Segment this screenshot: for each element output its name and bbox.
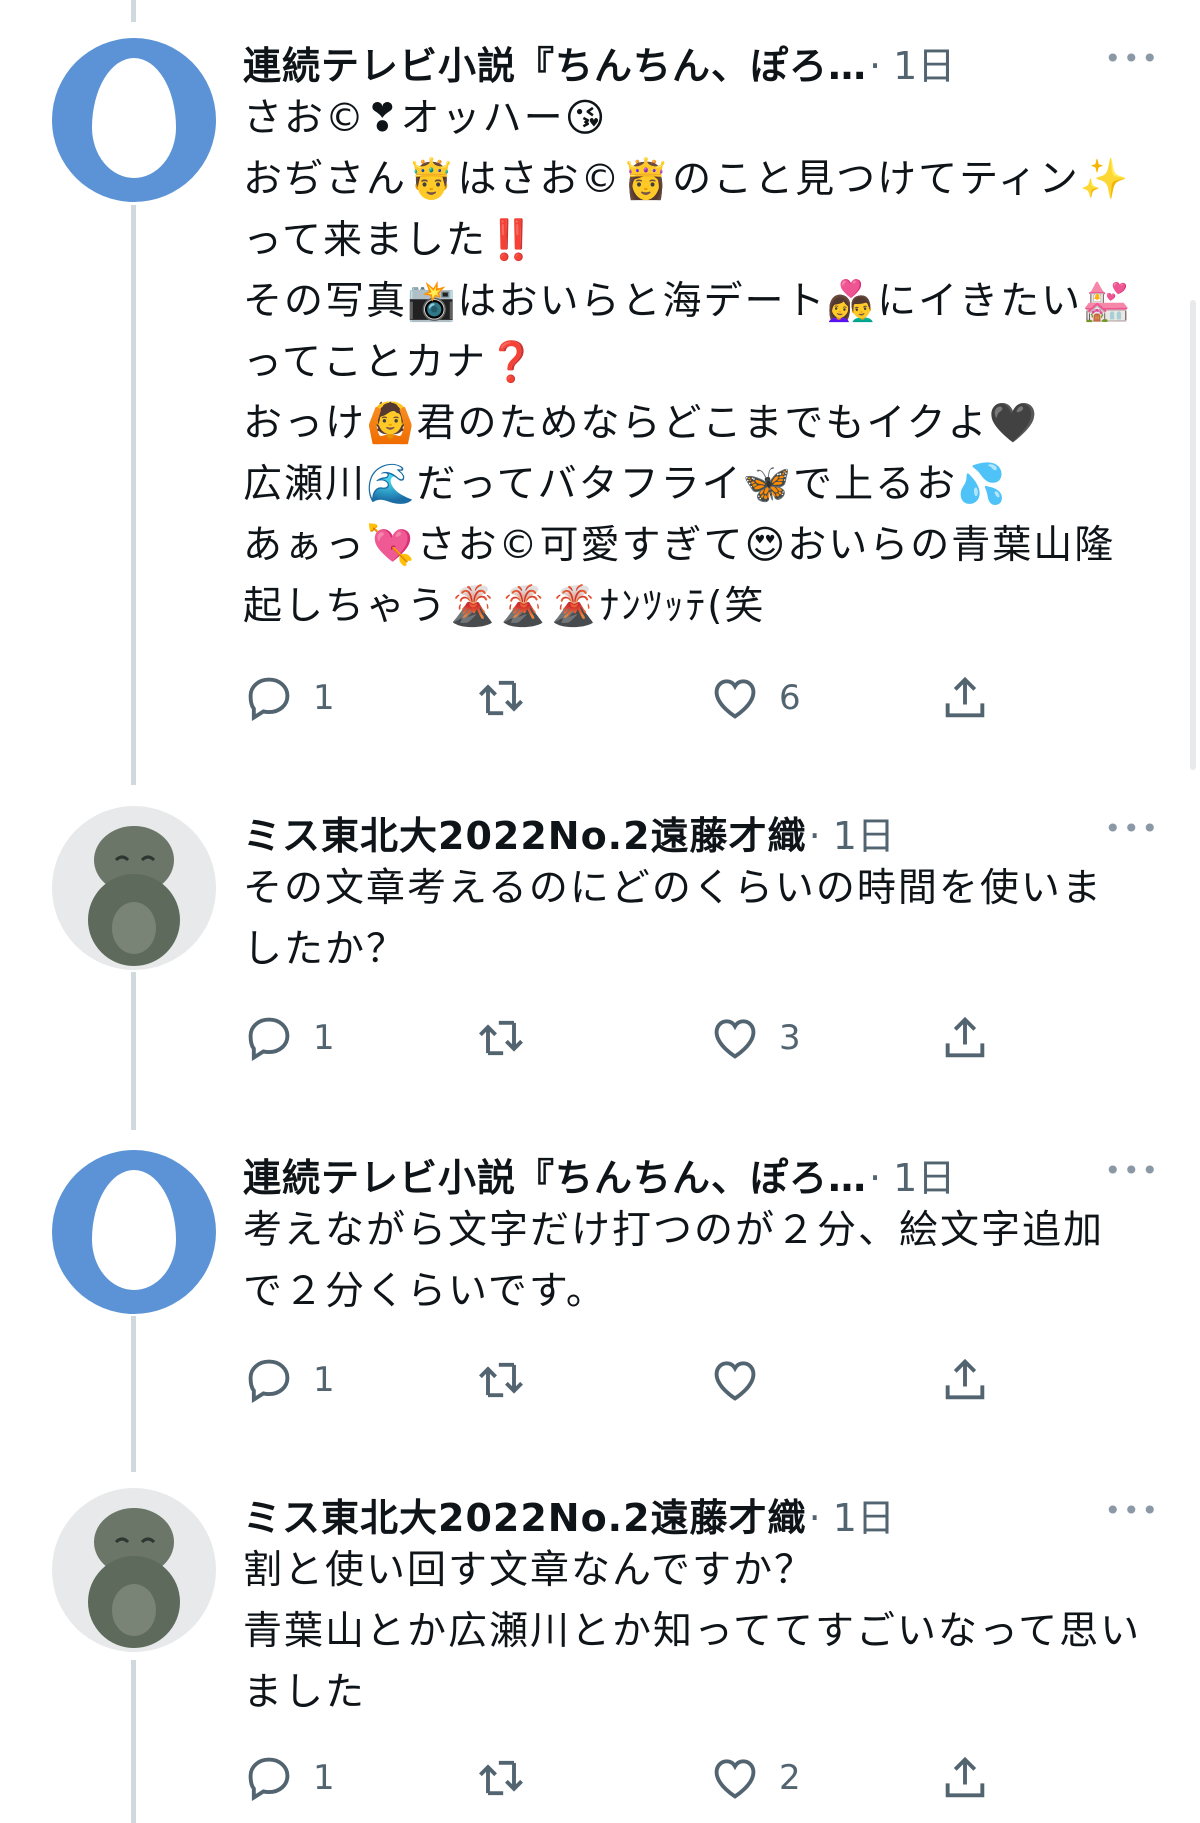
share-icon: [945, 1358, 985, 1400]
share-button[interactable]: [939, 1008, 991, 1068]
reply-icon: [248, 677, 290, 722]
tweet-text: さお©︎❣オッハー😘 おぢさん🤴はさお©︎👸のこと見つけてティン✨って来ました‼…: [243, 96, 1133, 629]
reply-icon: [248, 1017, 290, 1062]
action-bar: 1 2: [243, 1748, 1063, 1808]
like-button[interactable]: 2: [709, 1748, 801, 1808]
reply-count: 1: [313, 1018, 335, 1058]
author-name[interactable]: ミス東北大2022No.2遠藤才織: [243, 1487, 807, 1542]
plush-toy-image: [88, 1508, 180, 1648]
reply-count: 1: [313, 1758, 335, 1798]
frog-avatar[interactable]: [52, 1488, 216, 1652]
timestamp[interactable]: · 1日: [869, 35, 955, 90]
egg-avatar[interactable]: [52, 1150, 216, 1314]
retweet-button[interactable]: [475, 1008, 545, 1068]
like-count: 3: [779, 1018, 801, 1058]
retweet-icon: [479, 680, 523, 716]
egg-icon: [92, 58, 176, 178]
retweet-icon: [479, 1362, 523, 1398]
action-bar: 1 3: [243, 1008, 1063, 1068]
reply-icon: [248, 1359, 290, 1404]
more-options-icon[interactable]: •••: [1104, 812, 1160, 845]
tweet-header: ミス東北大2022No.2遠藤才織 · 1日 •••: [243, 802, 1160, 862]
tweet-header: 連続テレビ小説『ちんちん、ぽろ… · 1日 •••: [243, 1144, 1160, 1204]
like-button[interactable]: 3: [709, 1008, 801, 1068]
share-button[interactable]: [939, 1748, 991, 1808]
timestamp[interactable]: · 1日: [809, 1487, 895, 1542]
more-options-icon[interactable]: •••: [1104, 1154, 1160, 1187]
thread-line: [131, 972, 136, 1130]
reply-count: 1: [313, 1360, 335, 1400]
reply-button[interactable]: 1: [243, 1008, 335, 1068]
tweet-text: 割と使い回す文章なんですか？ 青葉山とか広瀬川とか知っててすごいなって思いました: [243, 1548, 1142, 1715]
thread-line: [131, 0, 136, 22]
heart-icon: [714, 679, 756, 719]
share-icon: [945, 1016, 985, 1058]
tweet-header: 連続テレビ小説『ちんちん、ぽろ… · 1日 •••: [243, 32, 1160, 92]
reply-button[interactable]: 1: [243, 1748, 335, 1808]
retweet-icon: [479, 1760, 523, 1796]
like-button[interactable]: 6: [709, 668, 801, 728]
egg-icon: [92, 1170, 176, 1290]
share-icon: [945, 1756, 985, 1798]
more-options-icon[interactable]: •••: [1104, 42, 1160, 75]
action-bar: 1: [243, 1350, 1063, 1410]
tweet-text: 考えながら文字だけ打つのが２分、絵文字追加で２分くらいです。: [243, 1208, 1105, 1314]
action-bar: 1 6: [243, 668, 1063, 728]
retweet-button[interactable]: [475, 1748, 545, 1808]
heart-icon: [714, 1759, 756, 1799]
thread-line: [131, 205, 136, 785]
retweet-button[interactable]: [475, 1350, 545, 1410]
like-count: 6: [779, 678, 801, 718]
heart-icon: [714, 1361, 756, 1401]
plush-toy-image: [88, 826, 180, 966]
like-count: 2: [779, 1758, 801, 1798]
share-button[interactable]: [939, 668, 991, 728]
timestamp[interactable]: · 1日: [809, 805, 895, 860]
egg-avatar[interactable]: [52, 38, 216, 202]
reply-count: 1: [313, 678, 335, 718]
thread-line: [131, 1660, 136, 1823]
author-name[interactable]: 連続テレビ小説『ちんちん、ぽろ…: [243, 35, 867, 90]
reply-button[interactable]: 1: [243, 1350, 335, 1410]
like-button[interactable]: [709, 1350, 779, 1410]
more-options-icon[interactable]: •••: [1104, 1494, 1160, 1527]
thread-line: [131, 1316, 136, 1472]
author-name[interactable]: ミス東北大2022No.2遠藤才織: [243, 805, 807, 860]
retweet-icon: [479, 1020, 523, 1056]
share-button[interactable]: [939, 1350, 991, 1410]
retweet-button[interactable]: [475, 668, 545, 728]
scrollbar[interactable]: [1190, 300, 1196, 770]
author-name[interactable]: 連続テレビ小説『ちんちん、ぽろ…: [243, 1147, 867, 1202]
tweet-text: その文章考えるのにどのくらいの時間を使いましたか？: [243, 866, 1103, 972]
frog-avatar[interactable]: [52, 806, 216, 970]
heart-icon: [714, 1019, 756, 1059]
reply-icon: [248, 1757, 290, 1802]
tweet-header: ミス東北大2022No.2遠藤才織 · 1日 •••: [243, 1484, 1160, 1544]
share-icon: [945, 676, 985, 718]
reply-button[interactable]: 1: [243, 668, 335, 728]
timestamp[interactable]: · 1日: [869, 1147, 955, 1202]
